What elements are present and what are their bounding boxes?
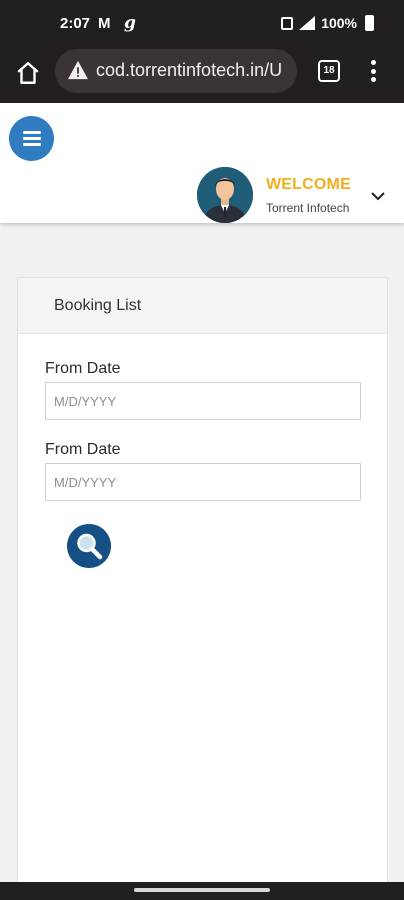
home-icon[interactable] xyxy=(15,60,41,86)
tabs-icon[interactable]: 18 xyxy=(318,60,340,82)
status-time: 2:07 xyxy=(60,15,91,32)
to-date-input[interactable] xyxy=(45,463,361,501)
url-text[interactable]: cod.torrentinfotech.in/U xyxy=(96,60,282,81)
gesture-handle[interactable] xyxy=(134,888,270,892)
battery-icon xyxy=(365,15,374,31)
from-date-input[interactable] xyxy=(45,382,361,420)
gesture-bar xyxy=(0,882,404,900)
status-bar: 2:07 M g 100% xyxy=(0,0,404,48)
status-right: 100% xyxy=(281,15,374,31)
gmail-icon: M xyxy=(98,15,111,32)
browser-chrome: 2:07 M g 100% cod.torrentinfotech.in/U 1… xyxy=(0,0,404,103)
user-name: Torrent Infotech xyxy=(266,201,350,215)
to-date-label: From Date xyxy=(45,441,121,458)
more-vert-icon[interactable] xyxy=(366,58,380,84)
warning-icon[interactable] xyxy=(67,60,89,80)
from-date-label: From Date xyxy=(45,360,121,377)
calendar-icon xyxy=(281,16,294,30)
battery-percent: 100% xyxy=(321,15,357,31)
hamburger-menu-icon[interactable] xyxy=(9,116,54,161)
search-button[interactable] xyxy=(67,524,111,568)
page-title: Booking List xyxy=(54,297,142,314)
avatar[interactable] xyxy=(197,167,253,223)
url-bar[interactable]: cod.torrentinfotech.in/U xyxy=(55,49,297,93)
g-icon: g xyxy=(124,13,136,33)
signal-icon xyxy=(299,16,316,30)
welcome-text: WELCOME xyxy=(266,176,351,193)
app-header: WELCOME Torrent Infotech xyxy=(0,103,404,223)
card-header: Booking List xyxy=(18,278,387,334)
booking-card: Booking List From Date From Date xyxy=(17,277,388,897)
chevron-down-icon[interactable] xyxy=(370,188,386,204)
browser-navbar: cod.torrentinfotech.in/U 18 xyxy=(0,48,404,103)
